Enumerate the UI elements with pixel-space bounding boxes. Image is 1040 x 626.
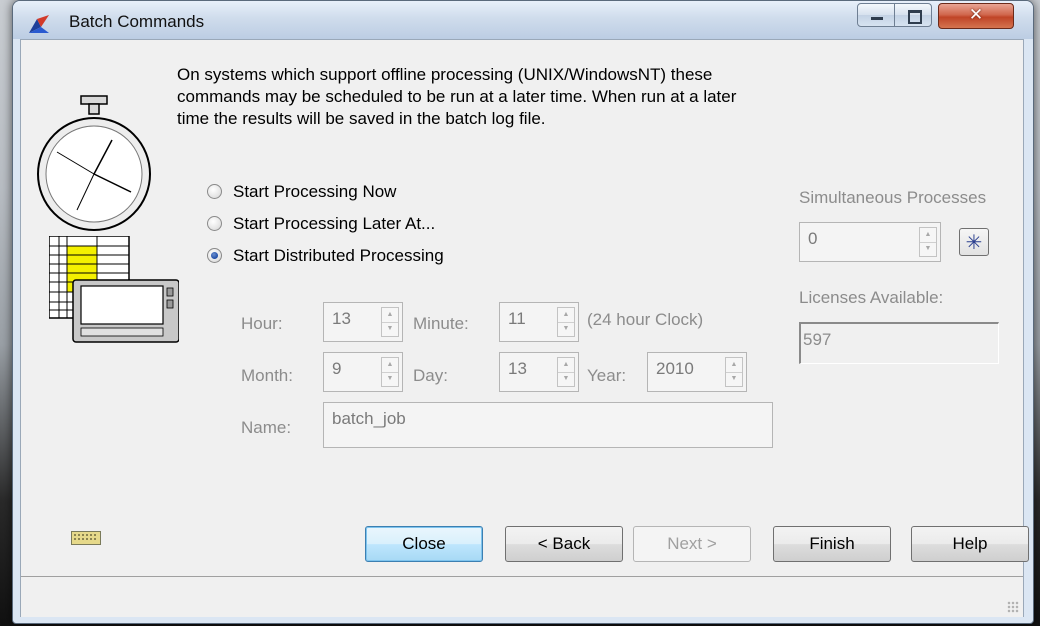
licenses-available-value: 597 <box>803 330 832 349</box>
spin-down-icon[interactable]: ▼ <box>726 372 742 386</box>
radio-label: Start Distributed Processing <box>233 246 444 265</box>
batch-commands-window: Batch Commands ✕ On systems which suppor… <box>12 0 1034 624</box>
minimize-button[interactable] <box>857 3 895 27</box>
spin-down-icon[interactable]: ▼ <box>558 372 574 386</box>
year-label: Year: <box>587 366 627 385</box>
name-value: batch_job <box>332 409 406 428</box>
spreadsheet-monitor-icon <box>49 236 179 343</box>
app-logo-icon <box>29 15 49 33</box>
day-spin-buttons[interactable]: ▲ ▼ <box>557 357 575 387</box>
day-spinner[interactable]: 13 ▲ ▼ <box>499 352 579 392</box>
month-spinner[interactable]: 9 ▲ ▼ <box>323 352 403 392</box>
clock-note: (24 hour Clock) <box>587 310 704 329</box>
maximize-button[interactable] <box>894 3 932 27</box>
radio-button[interactable] <box>207 216 222 231</box>
asterisk-icon: ✳ <box>965 230 983 254</box>
spin-up-icon[interactable]: ▲ <box>726 358 742 373</box>
finish-button[interactable]: Finish <box>773 526 891 562</box>
name-label: Name: <box>241 418 292 437</box>
year-value: 2010 <box>656 359 694 378</box>
simultaneous-processes-label: Simultaneous Processes <box>799 188 987 207</box>
simultaneous-processes-spinner[interactable]: 0 ▲ ▼ <box>799 222 941 262</box>
minute-label: Minute: <box>413 314 469 333</box>
month-value: 9 <box>332 359 342 378</box>
simultaneous-spin-buttons[interactable]: ▲ ▼ <box>919 227 937 257</box>
status-bar <box>21 576 1023 617</box>
spin-down-icon[interactable]: ▼ <box>382 322 398 336</box>
spin-down-icon[interactable]: ▼ <box>382 372 398 386</box>
day-value: 13 <box>508 359 527 378</box>
window-title: Batch Commands <box>69 12 205 31</box>
minute-spin-buttons[interactable]: ▲ ▼ <box>557 307 575 337</box>
maximize-icon <box>908 10 922 24</box>
minute-spinner[interactable]: 11 ▲ ▼ <box>499 302 579 342</box>
hour-label: Hour: <box>241 314 283 333</box>
minimize-icon <box>871 17 883 20</box>
spin-down-icon[interactable]: ▼ <box>920 242 936 256</box>
radio-button-selected[interactable] <box>207 248 222 263</box>
name-field[interactable]: batch_job <box>323 402 773 448</box>
spin-up-icon[interactable]: ▲ <box>558 358 574 373</box>
month-label: Month: <box>241 366 293 385</box>
help-button[interactable]: Help <box>911 526 1029 562</box>
licenses-available-label: Licenses Available: <box>799 288 944 307</box>
spin-up-icon[interactable]: ▲ <box>382 358 398 373</box>
close-icon: ✕ <box>968 5 984 25</box>
licenses-available-display: 597 <box>799 322 999 364</box>
next-button[interactable]: Next > <box>633 526 751 562</box>
close-window-button[interactable]: ✕ <box>938 3 1014 29</box>
radio-label: Start Processing Now <box>233 182 397 201</box>
close-button[interactable]: Close <box>365 526 483 562</box>
spin-up-icon[interactable]: ▲ <box>382 308 398 323</box>
day-label: Day: <box>413 366 448 385</box>
spin-up-icon[interactable]: ▲ <box>558 308 574 323</box>
stopwatch-icon <box>37 95 151 231</box>
simultaneous-processes-value: 0 <box>808 229 818 248</box>
title-bar[interactable]: Batch Commands ✕ <box>13 1 1033 39</box>
radio-button[interactable] <box>207 184 222 199</box>
keyboard-icon <box>71 531 101 545</box>
back-button[interactable]: < Back <box>505 526 623 562</box>
hour-spin-buttons[interactable]: ▲ ▼ <box>381 307 399 337</box>
minute-value: 11 <box>508 309 526 328</box>
hour-value: 13 <box>332 309 351 328</box>
intro-description: On systems which support offline process… <box>177 65 737 128</box>
hour-spinner[interactable]: 13 ▲ ▼ <box>323 302 403 342</box>
dialog-client-area: On systems which support offline process… <box>20 39 1029 617</box>
radio-label: Start Processing Later At... <box>233 214 436 233</box>
year-spinner[interactable]: 2010 ▲ ▼ <box>647 352 747 392</box>
spin-up-icon[interactable]: ▲ <box>920 228 936 243</box>
asterisk-button[interactable]: ✳ <box>959 228 989 256</box>
spin-down-icon[interactable]: ▼ <box>558 322 574 336</box>
year-spin-buttons[interactable]: ▲ ▼ <box>725 357 743 387</box>
month-spin-buttons[interactable]: ▲ ▼ <box>381 357 399 387</box>
resize-grip-icon[interactable] <box>1007 601 1019 613</box>
